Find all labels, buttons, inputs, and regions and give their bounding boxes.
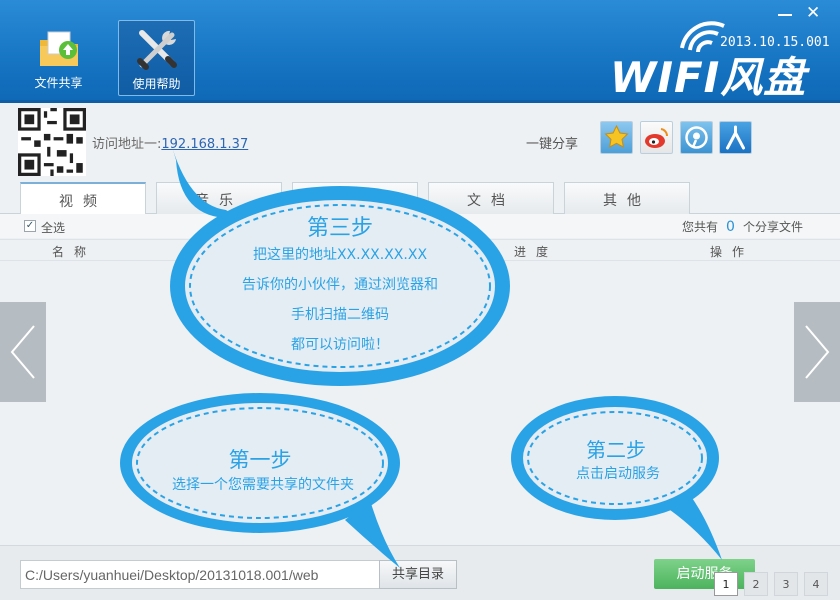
next-arrow-button[interactable]	[794, 302, 840, 402]
step1-title: 第一步	[228, 448, 292, 472]
weibo-icon	[645, 128, 669, 148]
share-count-prefix: 您共有	[682, 220, 719, 234]
step3-line: 告诉你的小伙伴，通过浏览器和	[242, 277, 438, 293]
file-share-button[interactable]: 文件共享	[20, 20, 97, 96]
address-label: 访问地址一:	[92, 137, 162, 152]
column-actions: 操作	[710, 245, 755, 259]
step3-line: 手机扫描二维码	[291, 307, 389, 323]
step1-text: 选择一个您需要共享的文件夹	[172, 477, 354, 493]
page-1-button[interactable]: 1	[714, 572, 738, 596]
start-service-button[interactable]: 启动服务	[654, 559, 755, 589]
step3-line: 都可以访问啦！	[291, 337, 389, 353]
folder-share-icon	[39, 31, 78, 66]
share-label: 一键分享	[526, 137, 579, 152]
favorite-star-icon	[604, 124, 629, 148]
chevron-left-icon	[10, 325, 35, 379]
step3-title: 第三步	[306, 216, 373, 241]
share-count-suffix: 个分享文件	[742, 220, 803, 234]
column-progress: 进度	[514, 245, 559, 259]
select-all-label: 全选	[41, 221, 66, 235]
weibo-share-button[interactable]	[640, 121, 673, 154]
address-line: 访问地址一:192.168.1.37	[92, 133, 248, 152]
close-button[interactable]: ✕	[806, 5, 820, 22]
tab-video[interactable]: 视频	[20, 182, 146, 214]
tab-documents[interactable]: 文档	[428, 182, 554, 214]
select-all-checkbox[interactable]: ✓	[24, 220, 36, 232]
tencent-share-button[interactable]	[680, 121, 713, 154]
prev-arrow-button[interactable]	[0, 302, 46, 402]
tools-icon	[136, 30, 177, 70]
title-bar: ✕ 文件共享 使用帮助 2013.10.15.001 WIFI风盘	[0, 0, 840, 103]
tencent-weibo-icon	[685, 126, 708, 149]
share-directory-button[interactable]: 共享目录	[379, 560, 457, 589]
qr-code	[18, 108, 86, 176]
share-count: 您共有 0 个分享文件	[682, 218, 803, 235]
renren-share-button[interactable]	[719, 121, 752, 154]
help-label: 使用帮助	[132, 77, 181, 91]
address-link[interactable]: 192.168.1.37	[161, 137, 248, 152]
step2-text: 点击启动服务	[576, 466, 660, 482]
share-count-value: 0	[726, 219, 735, 235]
tab-music[interactable]: 音乐	[156, 182, 282, 214]
renren-icon	[726, 125, 745, 150]
step2-title: 第二步	[586, 438, 646, 462]
page-4-button[interactable]: 4	[804, 572, 828, 596]
share-path-input[interactable]	[20, 560, 380, 589]
chevron-right-icon	[805, 325, 830, 379]
step3-text: 把这里的地址XX.XX.XX.XX 告诉你的小伙伴，通过浏览器和 手机扫描二维码…	[195, 240, 485, 360]
step3-line: 把这里的地址XX.XX.XX.XX	[252, 247, 428, 263]
app-logo: WIFI风盘	[610, 53, 807, 102]
page-3-button[interactable]: 3	[774, 572, 798, 596]
file-share-label: 文件共享	[34, 76, 83, 90]
page-2-button[interactable]: 2	[744, 572, 768, 596]
tab-other[interactable]: 其他	[564, 182, 690, 214]
favorite-share-button[interactable]	[600, 121, 633, 154]
column-name: 名称	[52, 245, 97, 259]
minimize-button[interactable]	[778, 14, 792, 16]
help-button[interactable]: 使用帮助	[118, 20, 195, 96]
